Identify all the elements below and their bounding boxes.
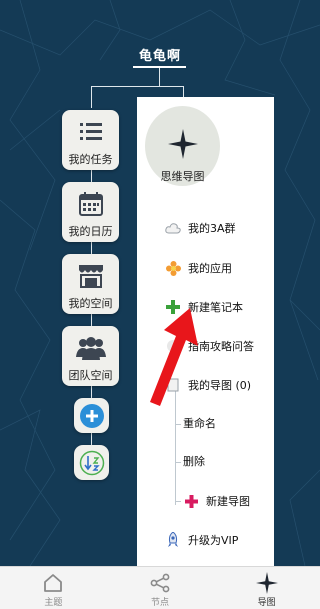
cloud-icon [165, 220, 181, 236]
nav-tab-mindmap[interactable]: 导图 [213, 567, 320, 609]
menu-item-my-3a-group[interactable]: 我的3A群 [165, 219, 236, 237]
sort-icon [79, 450, 104, 475]
mindmap-center-label: 思维导图 [160, 170, 205, 183]
plus-pink-icon [183, 493, 199, 509]
menu-item-label: 我的应用 [188, 262, 232, 275]
connector [91, 433, 92, 445]
submenu-branch [175, 501, 181, 502]
connector [91, 386, 92, 398]
submenu-delete[interactable]: 删除 [183, 454, 205, 470]
root-node-title[interactable]: 龟龟啊 [136, 45, 184, 64]
nav-tab-nodes[interactable]: 节点 [107, 567, 214, 609]
nav-tab-topics[interactable]: 主题 [0, 567, 107, 609]
red-pointer-arrow [150, 308, 198, 406]
menu-item-label: 升级为VIP [188, 534, 239, 547]
connector [159, 68, 160, 86]
submenu-rename[interactable]: 重命名 [183, 416, 216, 432]
calendar-icon [78, 191, 103, 217]
menu-item-upgrade-vip[interactable]: 升级为VIP [165, 531, 238, 549]
connector [91, 86, 92, 108]
tile-my-calendar[interactable]: 我的日历 [62, 182, 119, 242]
connector [91, 86, 183, 87]
tile-label: 我的日历 [68, 225, 113, 238]
compass-star-icon [167, 129, 198, 162]
nav-label: 导图 [257, 598, 276, 608]
tile-label: 我的空间 [68, 297, 113, 310]
tile-my-tasks[interactable]: 我的任务 [62, 110, 119, 170]
connector [91, 170, 92, 182]
home-icon [43, 572, 63, 594]
bottom-nav: 主题 节点 导图 [0, 566, 320, 609]
team-icon [75, 335, 106, 361]
tile-team-space[interactable]: 团队空间 [62, 326, 119, 386]
tile-my-space[interactable]: 我的空间 [62, 254, 119, 314]
nav-label: 节点 [151, 598, 170, 608]
task-list-icon [79, 119, 102, 145]
tile-label: 我的任务 [68, 153, 113, 166]
menu-item-my-apps[interactable]: 我的应用 [165, 259, 232, 277]
menu-item-label: 我的3A群 [188, 222, 236, 235]
nav-label: 主题 [44, 598, 63, 608]
submenu-branch [175, 462, 181, 463]
plus-circle-icon [79, 403, 104, 428]
add-button[interactable] [74, 398, 109, 433]
submenu-branch [175, 424, 181, 425]
connector [91, 314, 92, 326]
mindmap-center-node[interactable]: 思维导图 [145, 106, 220, 186]
share-nodes-icon [150, 572, 170, 594]
submenu-new-mindmap[interactable]: 新建导图 [183, 492, 250, 510]
storefront-icon [78, 263, 104, 289]
connector [91, 242, 92, 254]
compass-star-icon [255, 572, 278, 594]
menu-item-label: 新建导图 [206, 495, 250, 508]
rocket-icon [165, 532, 181, 548]
sort-button[interactable] [74, 445, 109, 480]
tile-label: 团队空间 [68, 369, 113, 382]
flower-icon [165, 260, 181, 276]
